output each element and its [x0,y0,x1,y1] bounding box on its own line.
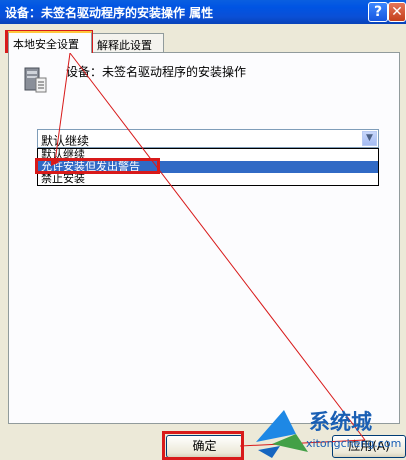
close-button[interactable]: ✕ [388,2,406,22]
watermark-text: 系统城 [309,410,372,434]
close-icon: ✕ [391,4,403,20]
help-icon: ? [373,4,383,20]
policy-dropdown[interactable]: 默认继续 ▼ [37,129,379,148]
tab-explain-setting[interactable]: 解释此设置 [92,33,164,52]
title-bar[interactable]: 设备：未签名驱动程序的安装操作 属性 ? ✕ [0,0,406,24]
annotation-ok-box [162,431,244,460]
tab-local-security-setting[interactable]: 本地安全设置 [8,31,92,53]
watermark-url: xitongcheng.com [306,437,402,450]
tab-panel [8,52,400,424]
option-block-install[interactable]: 禁止安装 [38,173,378,185]
dropdown-value: 默认继续 [41,134,90,148]
device-label: 设备：未签名驱动程序的安装操作 [66,65,247,79]
window-title: 设备：未签名驱动程序的安装操作 属性 [5,6,214,20]
help-button[interactable]: ? [368,2,388,22]
device-icon [24,67,47,93]
chevron-down-icon[interactable]: ▼ [362,131,377,146]
annotation-option-box [35,158,160,174]
